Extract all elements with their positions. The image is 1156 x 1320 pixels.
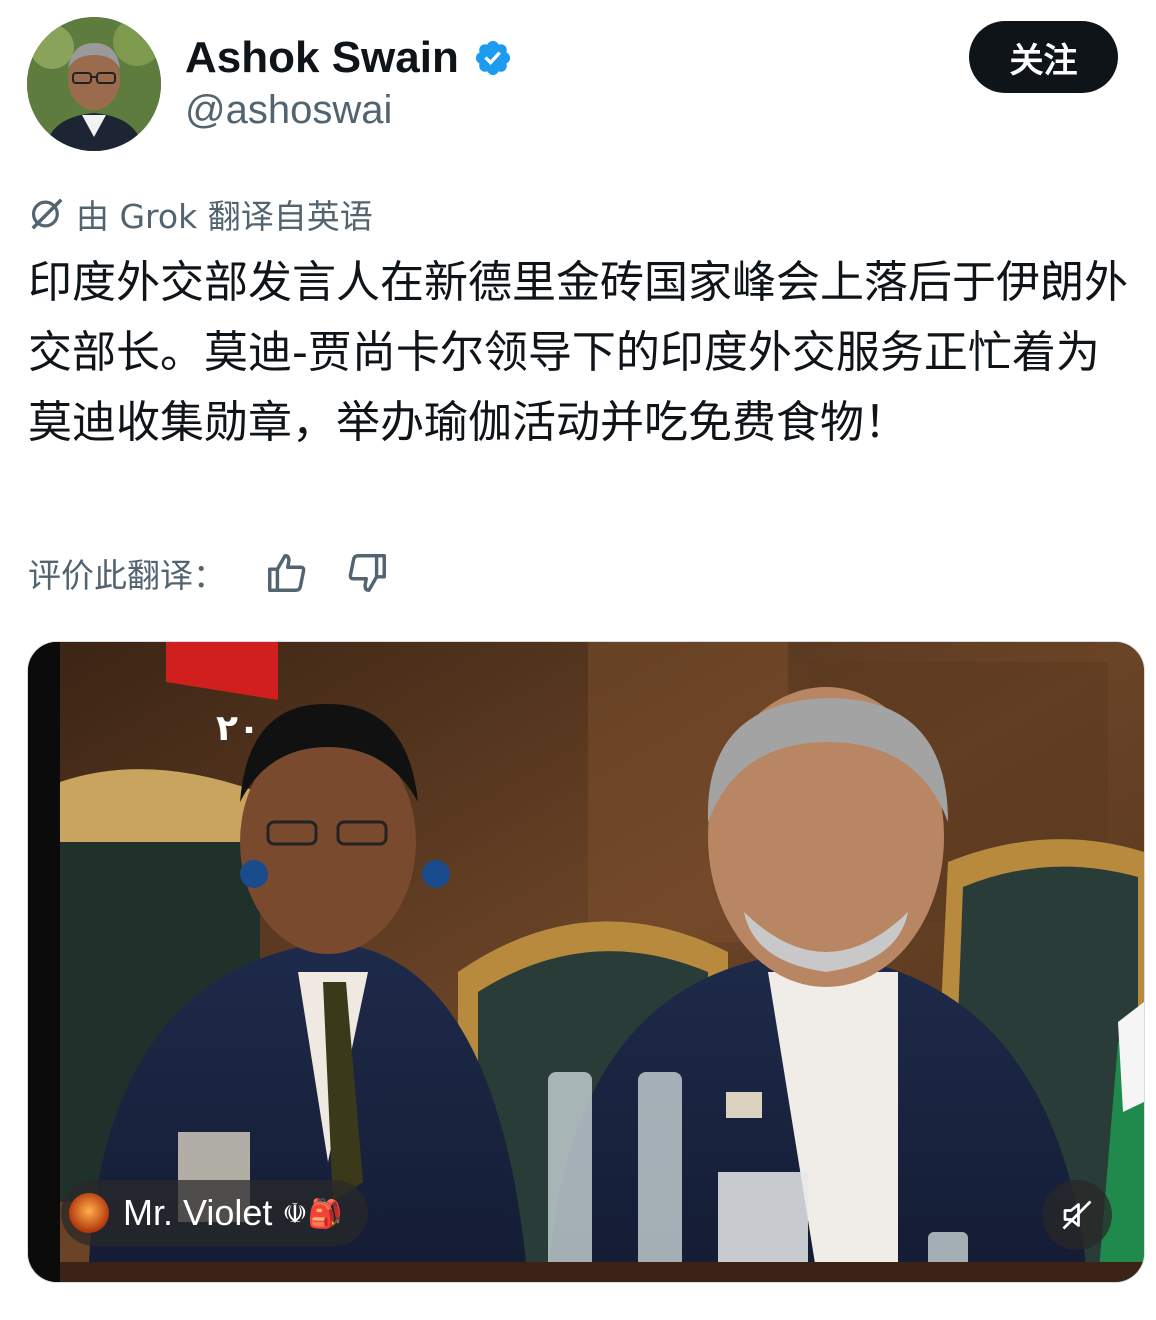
translation-source-text: 由 Grok 翻译自英语 <box>76 197 373 236</box>
author-handle[interactable]: @ashoswai <box>185 88 392 133</box>
follow-button[interactable]: 关注 <box>969 21 1118 93</box>
rate-translation-row: 评价此翻译： <box>28 548 390 598</box>
speaker-muted-icon <box>1062 1200 1092 1230</box>
thumbs-up-icon[interactable] <box>264 550 310 596</box>
watermark-emoji: ☫🎒 <box>282 1197 343 1229</box>
rate-translation-label: 评价此翻译： <box>28 556 226 595</box>
author-avatar[interactable] <box>27 17 161 151</box>
author-name-row: Ashok Swain <box>185 28 513 88</box>
watermark-username: Mr. Violet <box>123 1192 273 1233</box>
tweet-header: Ashok Swain @ashoswai 关注 <box>0 0 1156 160</box>
video-player[interactable]: ٢٠٠ Mr. Violet ☫🎒 <box>27 641 1145 1283</box>
author-name[interactable]: Ashok Swain <box>185 33 459 83</box>
tweet-text: 印度外交部发言人在新德里金砖国家峰会上落后于伊朗外交部长。莫迪-贾尚卡尔领导下的… <box>28 257 1128 448</box>
mute-button[interactable] <box>1042 1180 1112 1250</box>
grok-translation-label: 由 Grok 翻译自英语 <box>28 192 373 236</box>
grok-icon <box>31 198 63 230</box>
watermark-avatar <box>69 1193 109 1233</box>
thumbs-down-icon[interactable] <box>344 550 390 596</box>
video-watermark: Mr. Violet ☫🎒 <box>61 1180 369 1246</box>
verified-badge-icon <box>475 40 510 76</box>
